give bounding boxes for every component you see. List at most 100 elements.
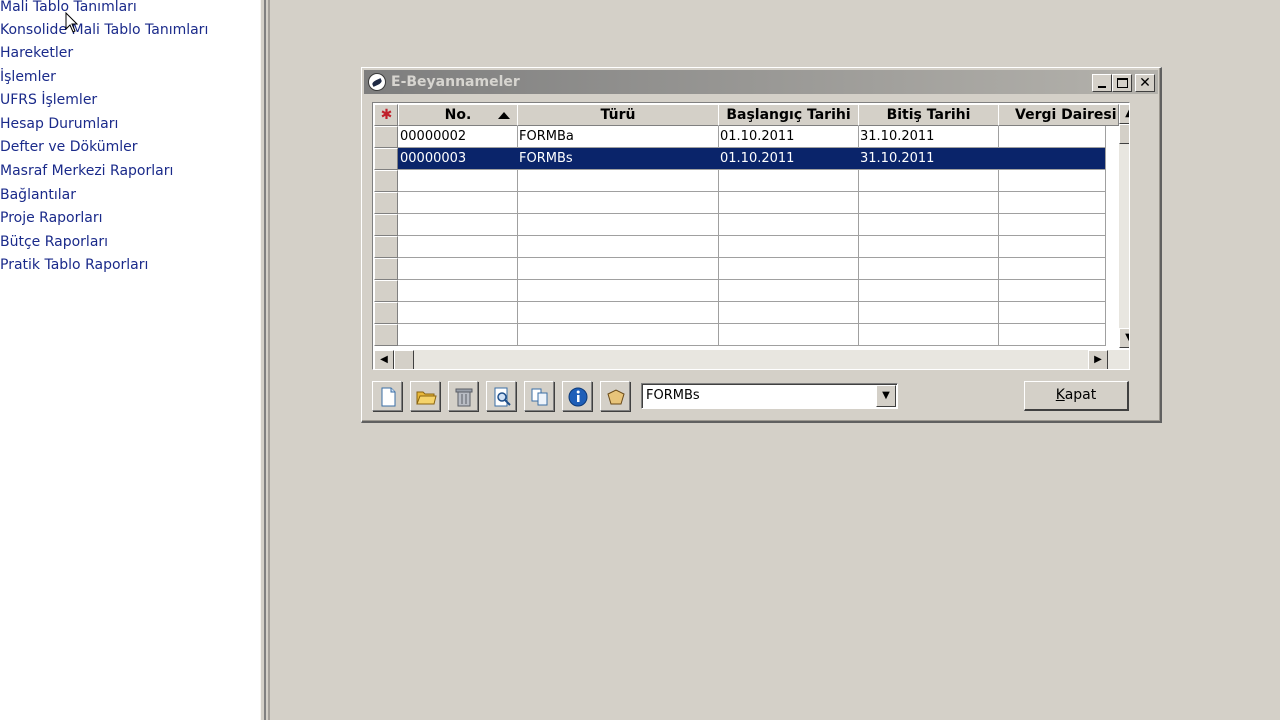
nav-item-masraf-merkezi-raporlari[interactable]: Masraf Merkezi Raporları <box>0 160 173 182</box>
table-cell: 01.10.2011 <box>718 126 859 148</box>
copy-icon <box>531 388 548 406</box>
table-cell <box>398 258 518 280</box>
table-cell <box>517 302 719 324</box>
row-indicator[interactable] <box>374 192 398 214</box>
table-cell <box>517 192 719 214</box>
row-indicator[interactable] <box>374 214 398 236</box>
empty-table-row[interactable] <box>398 214 1106 236</box>
table-cell <box>998 324 1106 346</box>
declarations-grid[interactable]: ✱ No. Türü Başlangıç Tarihi Bitiş Tarihi… <box>372 102 1130 370</box>
row-indicator[interactable] <box>374 280 398 302</box>
e-beyannameler-dialog: E-Beyannameler ✕ ✱ No. Türü Başlangıç Ta… <box>361 67 1162 423</box>
empty-table-row[interactable] <box>398 170 1106 192</box>
nav-item-proje-raporlari[interactable]: Proje Raporları <box>0 207 102 229</box>
vertical-scroll-thumb[interactable] <box>1119 124 1129 144</box>
column-header-no-label: No. <box>444 107 472 123</box>
table-cell <box>858 192 999 214</box>
table-cell <box>517 324 719 346</box>
kapat-button-label: apat <box>1064 387 1097 403</box>
column-header-baslangic-tarihi[interactable]: Başlangıç Tarihi <box>718 104 859 126</box>
table-cell: 00000003 <box>398 148 518 170</box>
form-type-select[interactable]: FORMBs ▼ <box>641 383 898 409</box>
table-cell <box>998 302 1106 324</box>
row-indicator[interactable] <box>374 148 398 170</box>
nav-item-baglantilar[interactable]: Bağlantılar <box>0 184 76 206</box>
vertical-scrollbar[interactable]: ▲ ▼ <box>1119 104 1129 348</box>
row-indicator[interactable] <box>374 302 398 324</box>
new-button[interactable] <box>372 381 402 411</box>
table-row[interactable]: 00000003 FORMBs 01.10.2011 31.10.2011 <box>398 148 1106 170</box>
nav-item-butce-raporlari[interactable]: Bütçe Raporları <box>0 231 108 253</box>
copy-button[interactable] <box>524 381 554 411</box>
empty-table-row[interactable] <box>398 302 1106 324</box>
column-header-turu[interactable]: Türü <box>517 104 719 126</box>
table-cell <box>718 192 859 214</box>
empty-table-row[interactable] <box>398 258 1106 280</box>
column-header-bitis-tarihi[interactable]: Bitiş Tarihi <box>858 104 999 126</box>
delete-button[interactable] <box>448 381 478 411</box>
close-window-button[interactable]: ✕ <box>1135 74 1155 92</box>
scroll-up-button[interactable]: ▲ <box>1119 104 1129 124</box>
scroll-down-button[interactable]: ▼ <box>1119 328 1129 348</box>
grid-corner-button[interactable]: ✱ <box>374 104 398 126</box>
table-cell: 31.10.2011 <box>858 148 999 170</box>
sort-ascending-icon <box>498 112 510 119</box>
maximize-button[interactable] <box>1112 74 1132 92</box>
table-row[interactable]: 00000002 FORMBa 01.10.2011 31.10.2011 <box>398 126 1106 148</box>
column-header-vergi-dairesi[interactable]: Vergi Dairesi <box>998 104 1119 126</box>
row-indicator[interactable] <box>374 258 398 280</box>
table-cell: 31.10.2011 <box>858 126 999 148</box>
table-cell <box>998 214 1106 236</box>
column-header-no[interactable]: No. <box>398 104 518 126</box>
row-indicator[interactable] <box>374 236 398 258</box>
table-cell: FORMBs <box>517 148 719 170</box>
table-cell <box>858 258 999 280</box>
horizontal-scroll-thumb[interactable] <box>394 350 414 369</box>
row-indicator[interactable] <box>374 170 398 192</box>
shape-button[interactable] <box>600 381 630 411</box>
empty-table-row[interactable] <box>398 324 1106 346</box>
navigation-panel: Mali Tablo Tanımları Konsolide Mali Tabl… <box>0 0 260 720</box>
preview-button[interactable] <box>486 381 516 411</box>
nav-item-konsolide-mali-tablo[interactable]: Konsolide Mali Tablo Tanımları <box>0 19 208 41</box>
nav-item-islemler[interactable]: İşlemler <box>0 66 56 88</box>
dialog-titlebar[interactable]: E-Beyannameler ✕ <box>364 70 1158 94</box>
nav-item-pratik-tablo-raporlari[interactable]: Pratik Tablo Raporları <box>0 254 148 276</box>
table-cell <box>998 280 1106 302</box>
table-cell: FORMBa <box>517 126 719 148</box>
table-cell <box>718 236 859 258</box>
empty-table-row[interactable] <box>398 192 1106 214</box>
empty-table-row[interactable] <box>398 236 1106 258</box>
nav-item-ufrs-islemler[interactable]: UFRS İşlemler <box>0 89 97 111</box>
table-cell <box>517 214 719 236</box>
minimize-button[interactable] <box>1092 74 1112 92</box>
panel-splitter[interactable] <box>260 0 270 720</box>
scroll-right-button[interactable]: ▶ <box>1088 350 1108 369</box>
kapat-button[interactable]: Kapat <box>1024 381 1129 411</box>
table-cell <box>718 258 859 280</box>
open-folder-icon <box>416 391 437 405</box>
table-cell <box>517 236 719 258</box>
table-cell <box>398 280 518 302</box>
nav-item-defter-ve-dokumler[interactable]: Defter ve Dökümler <box>0 136 138 158</box>
table-cell <box>998 258 1106 280</box>
preview-icon <box>494 387 511 407</box>
table-cell <box>517 258 719 280</box>
open-button[interactable] <box>410 381 440 411</box>
minimize-icon <box>1098 86 1106 88</box>
table-cell <box>718 170 859 192</box>
table-cell <box>718 280 859 302</box>
dropdown-arrow-icon[interactable]: ▼ <box>876 385 896 407</box>
nav-item-hareketler[interactable]: Hareketler <box>0 42 73 64</box>
row-indicator[interactable] <box>374 126 398 148</box>
nav-item-hesap-durumlari[interactable]: Hesap Durumları <box>0 113 118 135</box>
table-cell <box>718 324 859 346</box>
dialog-title: E-Beyannameler <box>391 74 520 90</box>
scroll-left-button[interactable]: ◀ <box>374 350 394 369</box>
table-cell <box>858 214 999 236</box>
horizontal-scrollbar[interactable]: ◀ ▶ <box>374 350 1129 369</box>
table-cell <box>517 280 719 302</box>
info-button[interactable] <box>562 381 592 411</box>
empty-table-row[interactable] <box>398 280 1106 302</box>
row-indicator[interactable] <box>374 324 398 346</box>
